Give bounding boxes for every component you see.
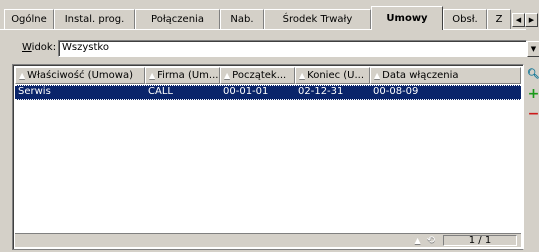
view-label-text: idok: [31,42,57,53]
sort-triangle-icon: ▲ [414,236,421,245]
page-indicator: 1 / 1 [443,235,517,246]
contracts-grid[interactable]: ▲ Właściwość (Umowa) ▲ Firma (Um... ▲ Począ… [12,64,524,250]
tab-polaczenia[interactable]: Połączenia [135,9,220,29]
sort-triangle-icon: ▲ [299,71,306,80]
tab-srodek-trwaly[interactable]: Środek Trwały [264,9,371,29]
tab-label: Środek Trwały [282,14,353,25]
tab-label: Obsł. [452,14,478,25]
tab-label: Instal. prog. [64,14,125,25]
page-indicator-text: 1 / 1 [468,235,492,246]
tab-scroll-right-button[interactable]: ▶ [525,13,538,27]
chevron-left-icon: ◀ [515,16,522,24]
remove-button[interactable]: − [528,106,539,122]
tab-z[interactable]: Z [487,9,511,29]
sort-triangle-icon: ▲ [19,71,26,80]
cell-poczatek: 00-01-01 [223,86,269,97]
cell-koniec: 02-12-31 [298,86,344,97]
tab-scroll-left-button[interactable]: ◀ [512,13,525,27]
column-header-koniec[interactable]: ▲ Koniec (U... [295,67,370,84]
tab-label: Z [495,14,503,25]
view-label: Widok: [22,42,56,53]
view-select[interactable]: Wszystko [58,40,527,57]
cell-wlasciwosc: Serwis [18,86,51,97]
table-row[interactable]: Serwis CALL 00-01-01 02-12-31 00-08-09 [15,85,521,100]
chevron-right-icon: ▶ [528,16,535,24]
tab-baseline [0,29,526,30]
column-header-label: Początek... [232,70,287,81]
tab-label: Ogólne [11,14,47,25]
minus-icon: − [527,106,539,122]
cell-firma: CALL [148,86,173,97]
column-header-label: Firma (Um... [157,70,219,81]
sort-triangle-icon: ▲ [374,71,381,80]
plus-icon: + [527,86,539,102]
tab-label: Nab. [230,14,254,25]
chevron-down-icon: ▼ [530,45,537,53]
column-header-label: Właściwość (Umowa) [27,70,133,81]
tab-label: Połączenia [151,14,204,25]
tab-label: Umowy [386,13,428,24]
cell-data-wlaczenia: 00-08-09 [373,86,419,97]
view-dropdown-button[interactable]: ▼ [527,41,539,57]
sort-triangle-icon: ▲ [224,71,231,80]
column-header-wlasciwosc[interactable]: ▲ Właściwość (Umowa) [15,67,145,84]
add-button[interactable]: + [528,86,539,102]
refresh-icon[interactable]: ⟲ [427,235,435,246]
magnifier-icon: 🔍︎ [527,68,539,80]
column-header-label: Koniec (U... [307,70,365,81]
search-button[interactable]: 🔍︎ [527,66,539,82]
tab-obsl[interactable]: Obsł. [443,9,487,29]
tab-nab[interactable]: Nab. [220,9,264,29]
sort-triangle-icon: ▲ [149,71,156,80]
tab-ogolne[interactable]: Ogólne [4,9,54,29]
tab-umowy[interactable]: Umowy [371,6,443,30]
grid-status-bar: ▲ ⟲ 1 / 1 [15,233,521,247]
view-label-accesskey: W [22,42,32,53]
column-header-label: Data włączenia [382,70,459,81]
view-select-value: Wszystko [62,42,109,53]
column-header-data-wlaczenia[interactable]: ▲ Data włączenia [370,67,521,84]
column-header-poczatek[interactable]: ▲ Początek... [220,67,295,84]
column-header-firma[interactable]: ▲ Firma (Um... [145,67,220,84]
tab-instal-prog[interactable]: Instal. prog. [54,9,135,29]
grid-header: ▲ Właściwość (Umowa) ▲ Firma (Um... ▲ Począ… [15,67,521,84]
